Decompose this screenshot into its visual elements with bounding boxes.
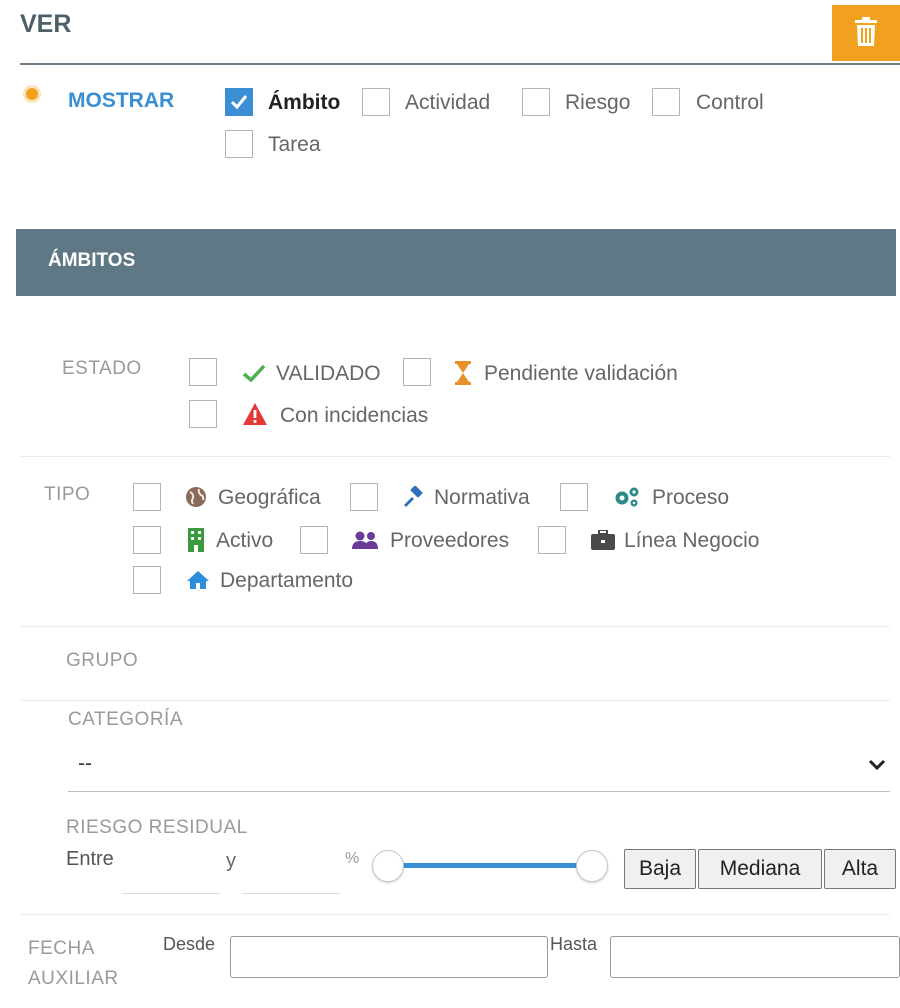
baja-button[interactable]: Baja xyxy=(624,849,696,889)
entre-label: Entre xyxy=(66,848,114,870)
slider-handle-max[interactable] xyxy=(576,850,608,882)
tipo-linea-negocio-checkbox[interactable] xyxy=(538,526,566,554)
tipo-normativa-checkbox[interactable] xyxy=(350,483,378,511)
divider xyxy=(20,700,890,701)
riesgo-max-input[interactable] xyxy=(242,864,340,894)
tipo-linea-negocio-label: Línea Negocio xyxy=(624,529,760,552)
estado-pendiente-checkbox[interactable] xyxy=(403,358,431,386)
fecha-auxiliar-label-line1: FECHA xyxy=(28,938,95,959)
mostrar-control-checkbox[interactable] xyxy=(652,88,680,116)
desde-label: Desde xyxy=(163,934,216,954)
alta-button[interactable]: Alta xyxy=(824,849,896,889)
hourglass-icon xyxy=(455,361,471,385)
tipo-departamento-label: Departamento xyxy=(220,569,354,592)
tipo-normativa-label: Normativa xyxy=(434,486,530,509)
mostrar-control-label: Control xyxy=(696,91,764,114)
tipo-proveedores-label: Proveedores xyxy=(390,529,510,552)
users-icon xyxy=(352,531,378,549)
section-title: ÁMBITOS xyxy=(48,250,136,271)
briefcase-icon xyxy=(591,530,615,550)
fecha-hasta-input[interactable] xyxy=(610,936,900,978)
range-slider[interactable] xyxy=(372,850,608,882)
grupo-label: GRUPO xyxy=(66,650,139,671)
mostrar-tarea-label: Tarea xyxy=(268,133,321,156)
estado-validado-checkbox[interactable] xyxy=(189,358,217,386)
mostrar-riesgo-checkbox[interactable] xyxy=(522,88,550,116)
estado-validado-label: VALIDADO xyxy=(276,362,381,385)
tipo-activo-label: Activo xyxy=(216,529,274,552)
y-label: y xyxy=(226,850,236,872)
hasta-label: Hasta xyxy=(550,934,598,954)
riesgo-min-input[interactable] xyxy=(122,864,220,894)
mostrar-actividad-label: Actividad xyxy=(405,91,491,114)
trash-icon xyxy=(855,17,877,46)
mediana-button[interactable]: Mediana xyxy=(698,849,822,889)
tipo-proveedores-checkbox[interactable] xyxy=(300,526,328,554)
tipo-activo-checkbox[interactable] xyxy=(133,526,161,554)
estado-label: ESTADO xyxy=(62,358,142,379)
panel-header: VER xyxy=(0,0,900,66)
delete-button[interactable] xyxy=(832,5,900,61)
mostrar-actividad-checkbox[interactable] xyxy=(362,88,390,116)
fecha-auxiliar-label-line2: AUXILIAR xyxy=(28,968,119,989)
estado-pendiente-label: Pendiente validación xyxy=(484,362,678,385)
divider xyxy=(20,626,890,627)
gavel-icon xyxy=(404,486,423,507)
bullet-dot xyxy=(26,88,38,100)
mostrar-tarea-checkbox[interactable] xyxy=(225,130,253,158)
percent-label: % xyxy=(345,850,360,867)
riesgo-residual-label: RIESGO RESIDUAL xyxy=(66,817,248,838)
mostrar-ambito-label: Ámbito xyxy=(268,91,341,114)
tipo-geografica-checkbox[interactable] xyxy=(133,483,161,511)
divider xyxy=(20,456,890,457)
gears-icon xyxy=(615,487,639,507)
estado-incidencias-checkbox[interactable] xyxy=(189,400,217,428)
chevron-down-icon xyxy=(868,759,886,771)
checkmark-icon xyxy=(230,95,248,110)
categoria-label: CATEGORÍA xyxy=(68,709,183,730)
slider-track xyxy=(388,863,592,868)
page-title: VER xyxy=(20,10,72,38)
slider-handle-min[interactable] xyxy=(372,850,404,882)
globe-icon xyxy=(186,487,206,507)
mostrar-ambito-checkbox[interactable] xyxy=(225,88,253,116)
check-icon xyxy=(242,364,266,383)
home-icon xyxy=(187,571,209,589)
header-underline xyxy=(20,63,900,65)
warning-icon xyxy=(243,403,267,425)
tipo-proceso-label: Proceso xyxy=(652,486,730,509)
tipo-departamento-checkbox[interactable] xyxy=(133,566,161,594)
mostrar-riesgo-label: Riesgo xyxy=(565,91,631,114)
estado-incidencias-label: Con incidencias xyxy=(280,404,429,427)
section-header: ÁMBITOS xyxy=(16,229,896,296)
categoria-selected-value: -- xyxy=(78,752,92,775)
tipo-proceso-checkbox[interactable] xyxy=(560,483,588,511)
categoria-select[interactable]: -- xyxy=(68,744,890,792)
mostrar-label: MOSTRAR xyxy=(68,89,175,112)
divider xyxy=(20,914,890,915)
building-icon xyxy=(188,528,204,552)
fecha-desde-input[interactable] xyxy=(230,936,548,978)
tipo-geografica-label: Geográfica xyxy=(218,486,321,509)
tipo-label: TIPO xyxy=(44,484,91,505)
